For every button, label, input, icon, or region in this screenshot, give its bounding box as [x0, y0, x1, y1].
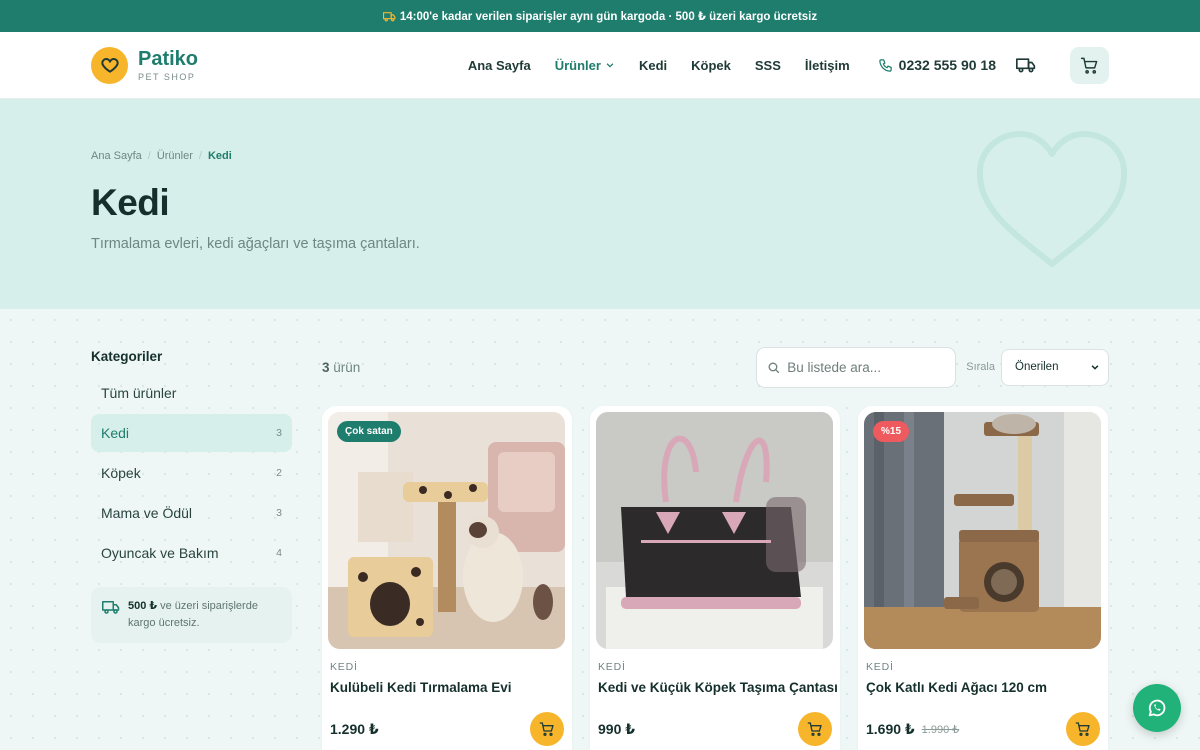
sort-value: Önerilen — [1015, 361, 1059, 373]
discount-badge: %15 — [873, 421, 910, 442]
sort-label: Sırala — [966, 361, 995, 373]
product-category: KEDİ — [866, 661, 894, 673]
product-price: 1.690 ₺ — [866, 720, 915, 737]
breadcrumb-current: Kedi — [207, 150, 232, 162]
phone-icon — [878, 58, 892, 72]
brand-tagline: PET SHOP — [138, 71, 196, 82]
add-to-cart-button[interactable] — [798, 712, 832, 746]
product-image-pet-carrier-bag[interactable] — [596, 412, 833, 649]
nav-contact[interactable]: İletişim — [805, 58, 850, 73]
sidebar-item-count: 4 — [276, 547, 282, 559]
sidebar-item-label: Oyuncak ve Bakım — [101, 545, 219, 561]
whatsapp-button[interactable] — [1133, 684, 1181, 732]
breadcrumb-products[interactable]: Ürünler — [157, 150, 193, 162]
sidebar-item-label: Kedi — [101, 425, 130, 441]
main-content: Kategoriler Tüm ürünler Kedi 3 Köpek 2 M… — [0, 309, 1200, 750]
phone-link[interactable]: 0232 555 90 18 — [878, 57, 996, 73]
site-header: Patiko PET SHOP Ana Sayfa Ürünler Kedi K… — [0, 32, 1200, 99]
sidebar-item-cat[interactable]: Kedi 3 — [91, 414, 292, 452]
free-shipping-text: 500 ₺ ve üzeri siparişlerde kargo ücrets… — [128, 600, 258, 629]
product-title[interactable]: Çok Katlı Kedi Ağacı 120 cm — [866, 680, 1102, 695]
product-image-multi-level-cat-tree[interactable]: %15 — [864, 412, 1101, 649]
product-card[interactable]: Çok satan KEDİ Kulübeli Kedi Tırmalama E… — [322, 406, 572, 750]
product-title[interactable]: Kulübeli Kedi Tırmalama Evi — [330, 680, 566, 695]
product-card[interactable]: KEDİ Kedi ve Küçük Köpek Taşıma Çantası … — [590, 406, 840, 750]
logo[interactable]: Patiko PET SHOP — [91, 46, 199, 84]
sidebar-item-label: Köpek — [101, 465, 141, 481]
product-grid: Çok satan KEDİ Kulübeli Kedi Tırmalama E… — [322, 406, 1108, 750]
page-subtitle: Tırmalama evleri, kedi ağaçları ve taşım… — [91, 236, 420, 252]
product-old-price: 1.990 ₺ — [921, 723, 960, 736]
category-hero: Ana Sayfa / Ürünler / Kedi Kedi Tırmalam… — [0, 99, 1200, 309]
sidebar-item-dog[interactable]: Köpek 2 — [91, 454, 292, 492]
heart-logo-icon — [91, 46, 128, 84]
product-badge: Çok satan — [337, 421, 401, 442]
result-count: 3 ürün — [322, 359, 361, 375]
product-price: 1.290 ₺ — [330, 720, 379, 737]
breadcrumb: Ana Sayfa / Ürünler / Kedi — [91, 150, 232, 162]
sidebar-item-all[interactable]: Tüm ürünler — [91, 374, 292, 412]
sidebar-item-toys[interactable]: Oyuncak ve Bakım 4 — [91, 534, 292, 572]
search-box — [756, 346, 957, 388]
cart-icon — [1075, 722, 1090, 736]
sort-select[interactable]: Önerilen — [1001, 348, 1109, 386]
product-image-cat-scratching-house[interactable]: Çok satan — [328, 412, 565, 649]
product-price: 990 ₺ — [598, 720, 635, 737]
page-title: Kedi — [91, 182, 170, 223]
search-icon — [768, 362, 780, 373]
shipping-truck-icon[interactable] — [1016, 55, 1036, 75]
product-category: KEDİ — [598, 661, 626, 673]
sidebar-heading: Kategoriler — [91, 349, 163, 364]
cart-icon — [1080, 57, 1098, 74]
breadcrumb-home[interactable]: Ana Sayfa — [91, 150, 142, 162]
sidebar-item-count: 3 — [276, 427, 282, 439]
announcement-text: 14:00'e kadar verilen siparişler aynı gü… — [399, 11, 818, 23]
nav-faq[interactable]: SSS — [755, 58, 781, 73]
chevron-down-icon — [1091, 365, 1099, 370]
listing-toolbar: 3 ürün Sırala Önerilen — [322, 346, 1109, 388]
product-category: KEDİ — [330, 661, 358, 673]
sidebar-item-label: Tüm ürünler — [101, 385, 177, 401]
category-sidebar: Kategoriler Tüm ürünler Kedi 3 Köpek 2 M… — [91, 349, 292, 643]
heart-decoration-icon — [976, 131, 1128, 267]
phone-number: 0232 555 90 18 — [898, 57, 996, 73]
product-card[interactable]: %15 KEDİ Çok Katlı Kedi Ağacı 120 cm 1.6… — [858, 406, 1108, 750]
nav-home[interactable]: Ana Sayfa — [468, 58, 531, 73]
main-nav: Ana Sayfa Ürünler Kedi Köpek SSS İletişi… — [468, 58, 850, 73]
truck-icon — [382, 11, 396, 21]
sidebar-item-count: 2 — [276, 467, 282, 479]
sidebar-item-count: 3 — [276, 507, 282, 519]
announcement-bar: 14:00'e kadar verilen siparişler aynı gü… — [0, 0, 1200, 32]
cart-icon — [807, 722, 822, 736]
nav-products-label: Ürünler — [554, 57, 601, 73]
nav-dog[interactable]: Köpek — [691, 58, 731, 73]
add-to-cart-button[interactable] — [1066, 712, 1100, 746]
nav-products[interactable]: Ürünler — [555, 58, 615, 73]
cart-icon — [539, 722, 554, 736]
sidebar-item-label: Mama ve Ödül — [101, 505, 193, 521]
free-shipping-note: 500 ₺ ve üzeri siparişlerde kargo ücrets… — [91, 587, 292, 643]
cart-button[interactable] — [1070, 46, 1109, 84]
truck-icon — [102, 601, 120, 614]
product-title[interactable]: Kedi ve Küçük Köpek Taşıma Çantası — [598, 680, 838, 695]
add-to-cart-button[interactable] — [530, 712, 564, 746]
chevron-down-icon — [606, 63, 614, 68]
search-input[interactable] — [787, 359, 946, 375]
whatsapp-icon — [1148, 699, 1166, 717]
brand-name: Patiko — [138, 47, 199, 70]
sidebar-item-food[interactable]: Mama ve Ödül 3 — [91, 494, 292, 532]
nav-cat[interactable]: Kedi — [639, 58, 667, 73]
